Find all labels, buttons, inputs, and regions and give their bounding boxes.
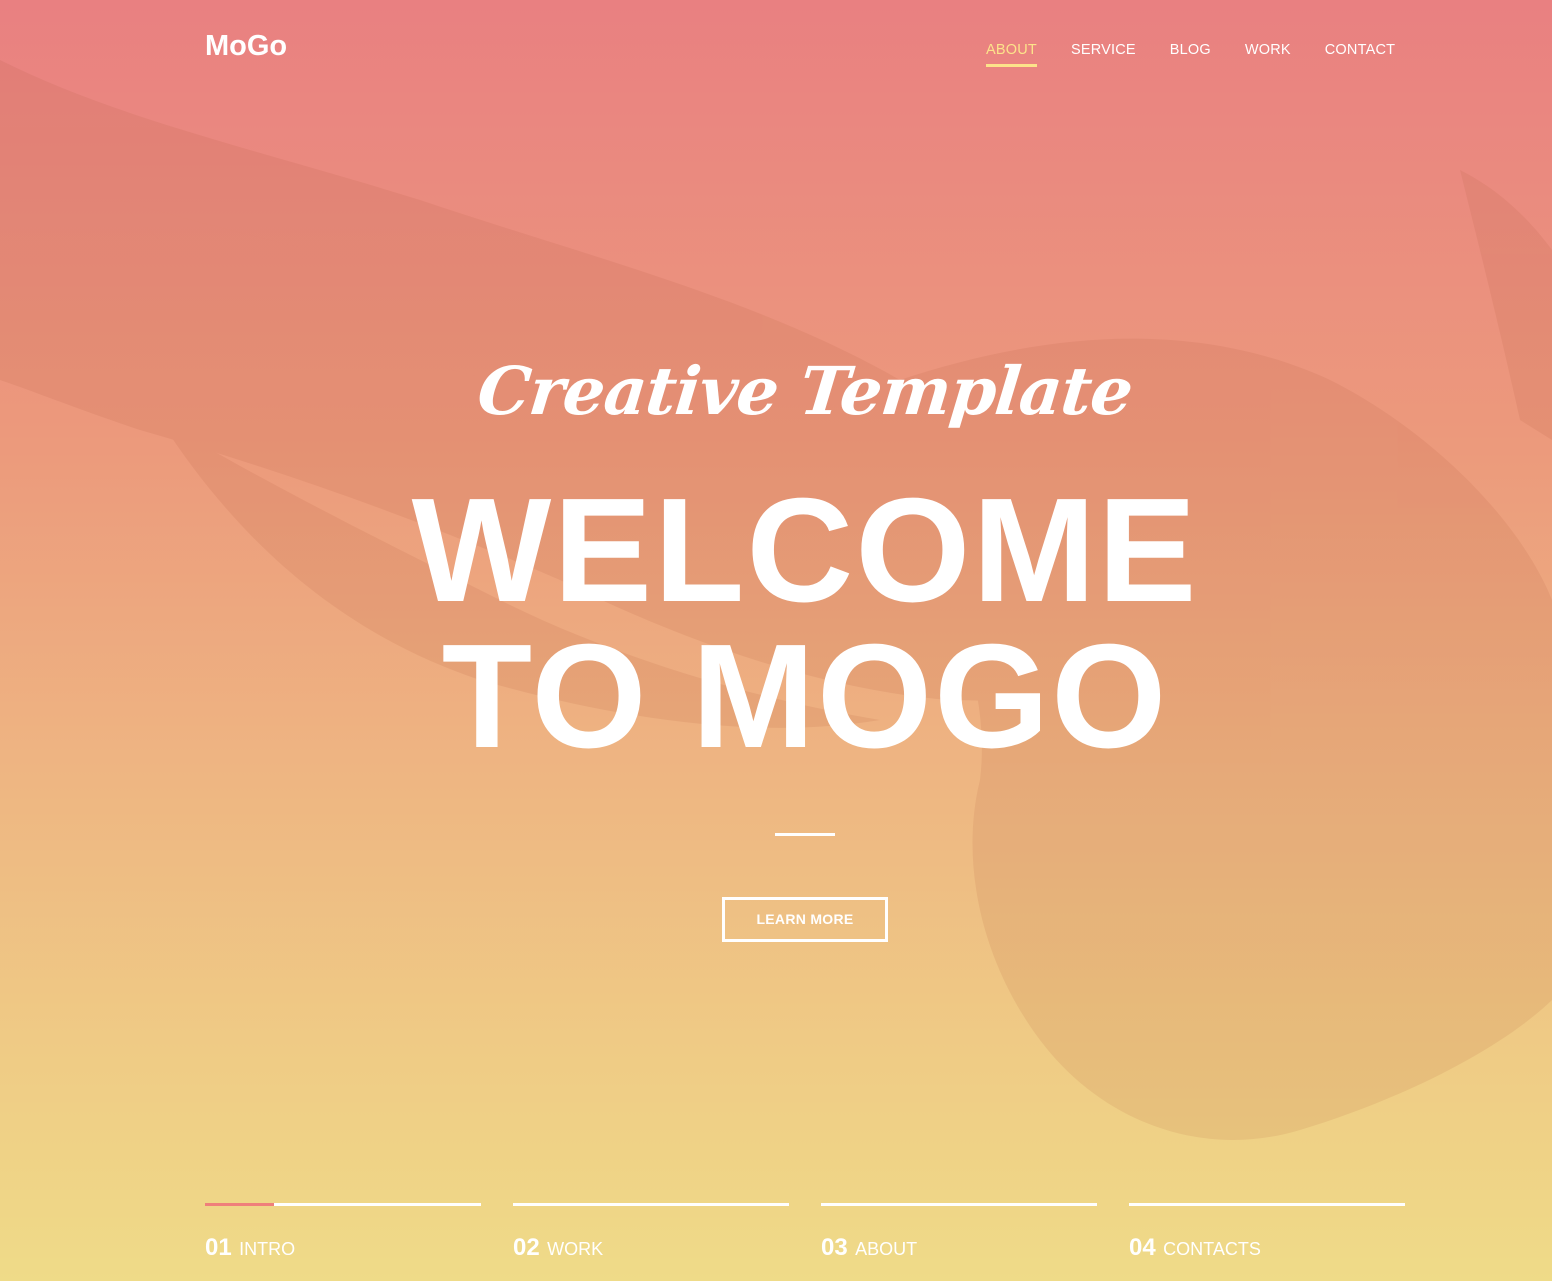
hero-section: MoGo ABOUT SERVICE BLOG WORK CONTACT Cre… [0,0,1552,1281]
nav-link-service[interactable]: SERVICE [1071,40,1136,64]
nav-link-work[interactable]: WORK [1245,40,1291,64]
slider-tab-label: 02 WORK [513,1234,789,1262]
slider-tab-work[interactable]: 02 WORK [513,1203,789,1262]
slider-tab-progress [205,1203,274,1206]
slider-tab-label: 04 CONTACTS [1129,1234,1405,1262]
slider-tab-bar [1129,1203,1405,1206]
slider-tab-number: 04 [1129,1234,1156,1261]
hero-title-line-1: WELCOME [411,468,1199,633]
slider-tabs: 01 INTRO 02 WORK 03 ABOUT 04 CONTACTS [205,1203,1405,1262]
nav-item-blog: BLOG [1170,40,1211,67]
slider-tab-number: 01 [205,1234,232,1261]
main-nav: ABOUT SERVICE BLOG WORK CONTACT [986,40,1395,67]
hero-subtitle: Creative Template [474,352,1136,430]
slider-tab-bar [513,1203,789,1206]
hero-title: WELCOME TO MOGO [0,477,1552,771]
nav-item-contact: CONTACT [1325,40,1395,67]
slider-tab-label: 01 INTRO [205,1234,481,1262]
slider-tab-contacts[interactable]: 04 CONTACTS [1129,1203,1405,1262]
slider-tab-text: WORK [547,1239,604,1259]
nav-item-service: SERVICE [1071,40,1136,67]
slider-tab-text: ABOUT [855,1239,918,1259]
nav-link-about[interactable]: ABOUT [986,40,1037,67]
nav-link-blog[interactable]: BLOG [1170,40,1211,64]
slider-tab-number: 03 [821,1234,848,1261]
slider-tab-bar [205,1203,481,1206]
slider-tab-intro[interactable]: 01 INTRO [205,1203,481,1262]
nav-link-contact[interactable]: CONTACT [1325,40,1395,64]
slider-tab-text: INTRO [239,1239,296,1259]
slider-tab-number: 02 [513,1234,540,1261]
hero-divider [775,833,835,836]
nav-item-work: WORK [1245,40,1291,67]
slider-tab-text: CONTACTS [1163,1239,1261,1259]
slider-tab-about[interactable]: 03 ABOUT [821,1203,1097,1262]
hero-title-line-2: TO MOGO [441,614,1169,779]
slider-tab-bar [821,1203,1097,1206]
learn-more-button[interactable]: LEARN MORE [722,897,888,942]
site-logo[interactable]: MoGo [205,30,287,63]
slider-tab-label: 03 ABOUT [821,1234,1097,1262]
nav-item-about: ABOUT [986,40,1037,67]
